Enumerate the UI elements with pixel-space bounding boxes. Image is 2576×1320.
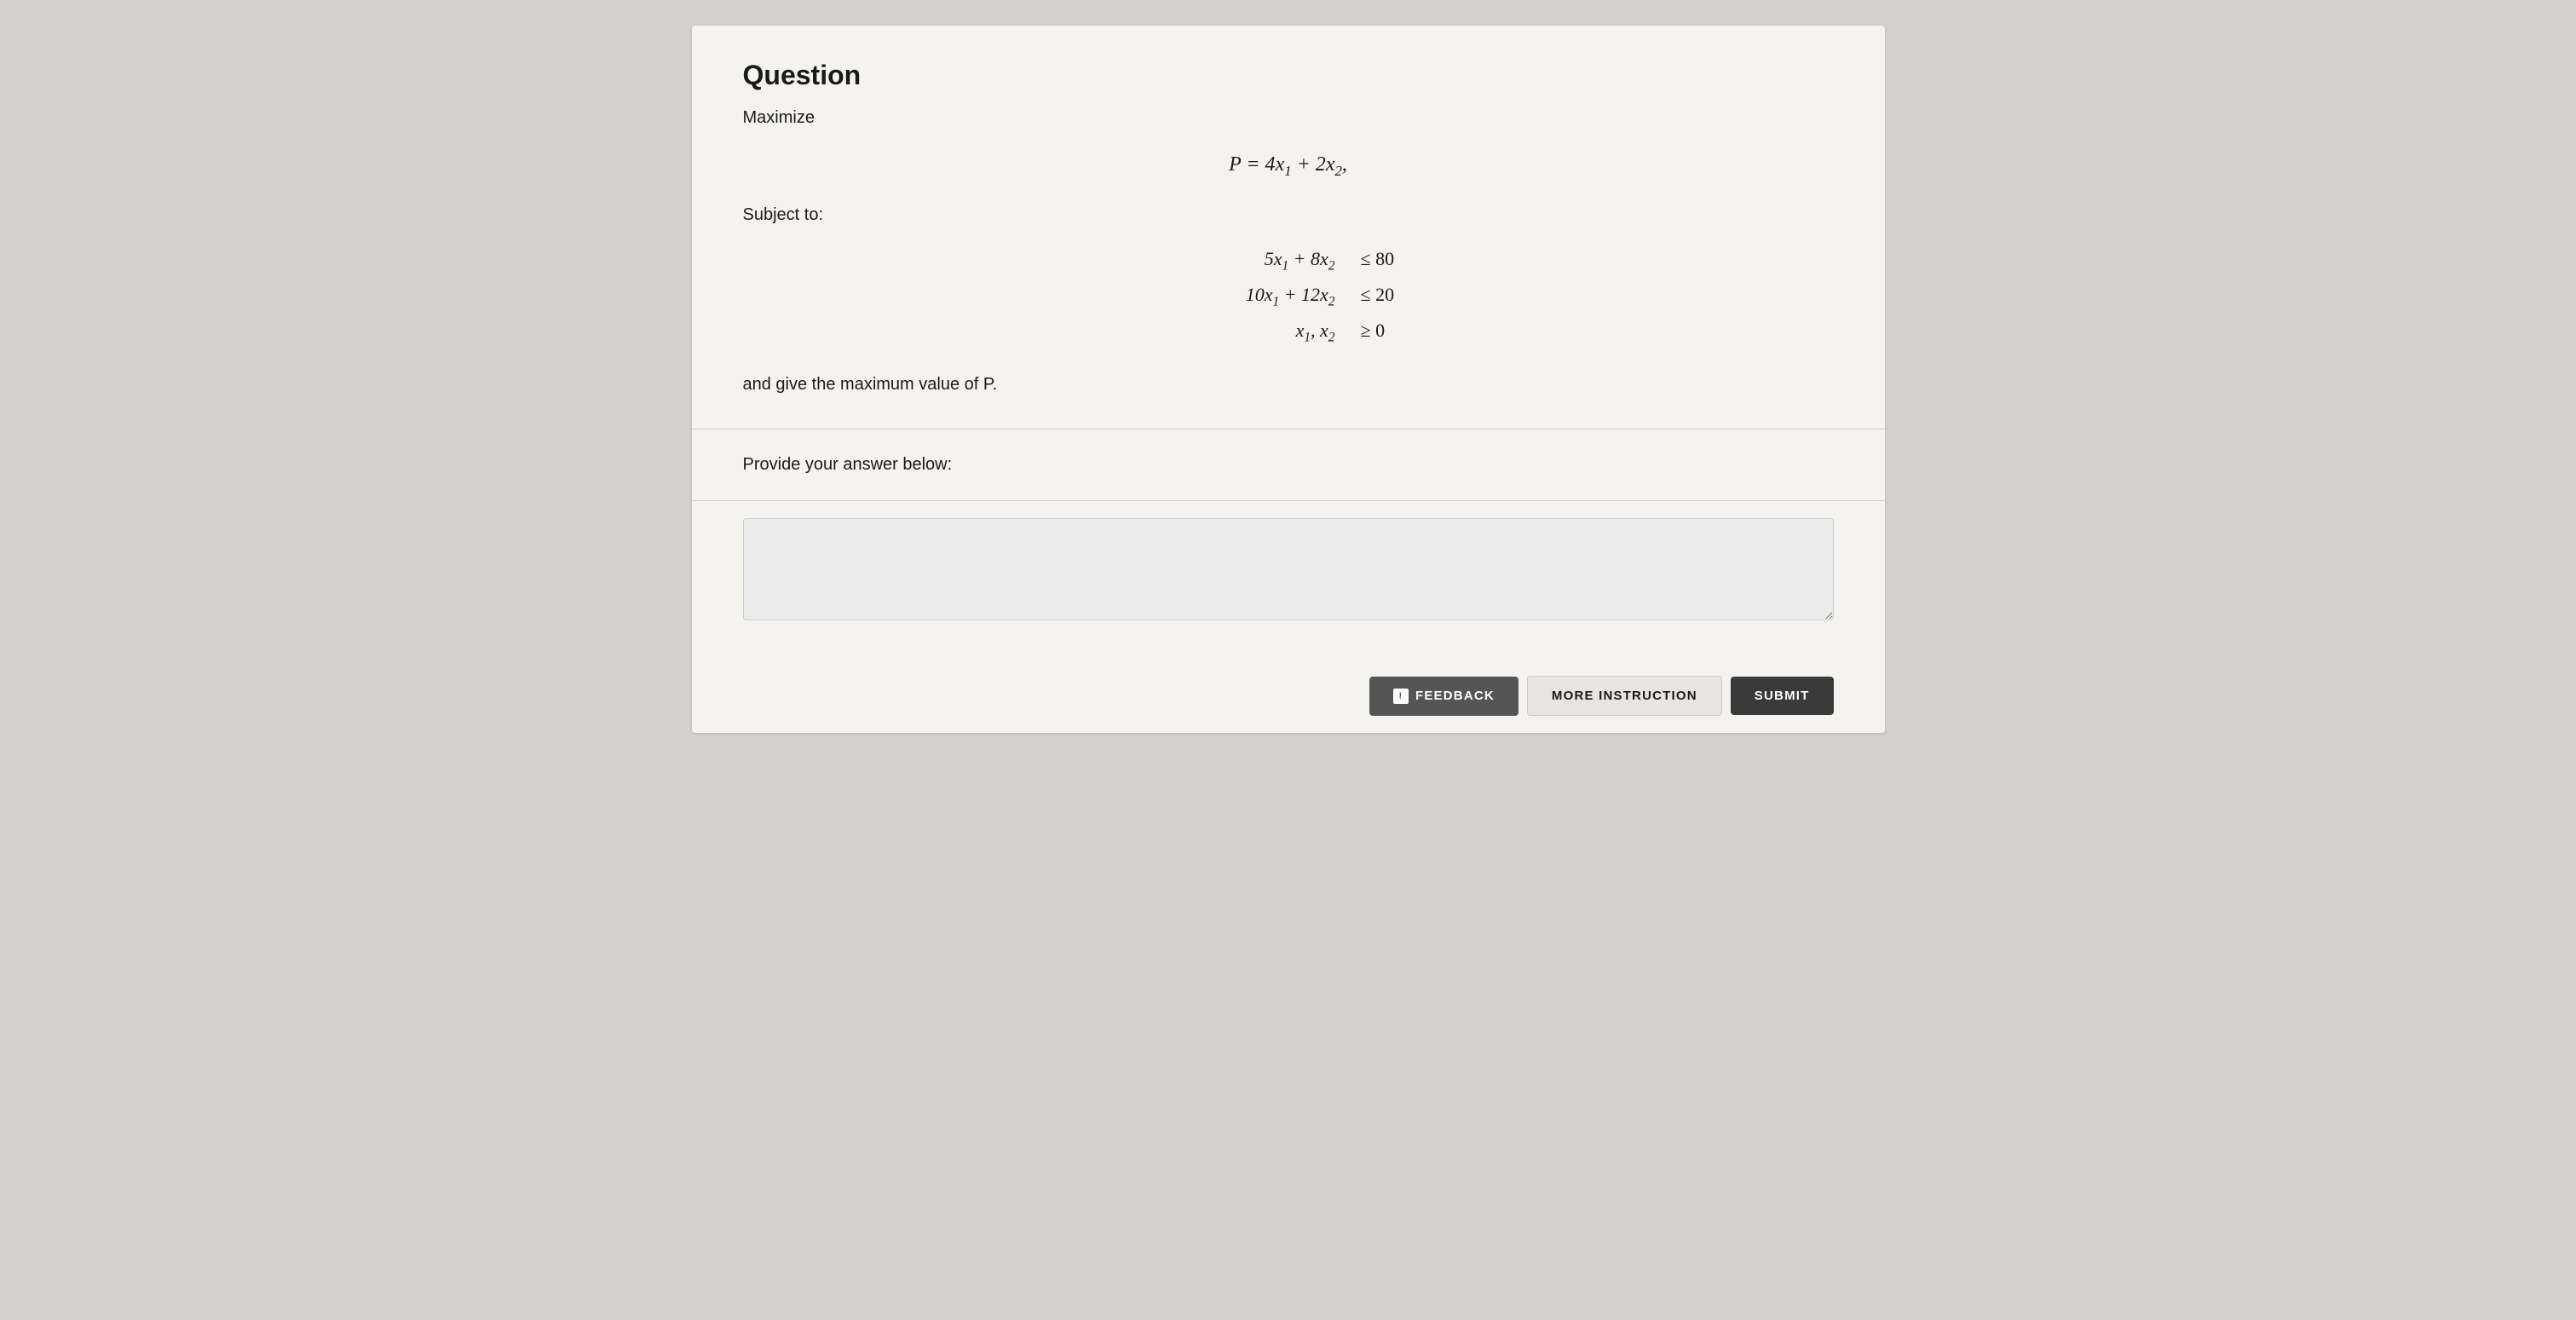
constraints-block: 5x1 + 8x2 ≤ 80 10x1 + 12x2 ≤ 20 x1, x2 ≥…: [743, 242, 1834, 349]
footer-buttons: ! FEEDBACK MORE INSTRUCTION SUBMIT: [692, 659, 1885, 733]
maximize-label: Maximize: [743, 108, 1834, 128]
feedback-icon: !: [1393, 689, 1409, 704]
more-instruction-button[interactable]: MORE INSTRUCTION: [1527, 676, 1722, 716]
and-give-text: and give the maximum value of P.: [743, 375, 1834, 395]
answer-section: Provide your answer below:: [692, 429, 1885, 501]
provide-answer-label: Provide your answer below:: [743, 455, 1834, 475]
question-card: Question Maximize P = 4x1 + 2x2, Subject…: [692, 26, 1885, 733]
subject-to-label: Subject to:: [743, 205, 1834, 225]
constraint-row-3: x1, x2 ≥ 0: [1165, 314, 1412, 349]
constraint-row-2: 10x1 + 12x2 ≤ 20: [1165, 278, 1412, 314]
answer-input[interactable]: [743, 518, 1834, 620]
question-section: Question Maximize P = 4x1 + 2x2, Subject…: [692, 26, 1885, 429]
answer-input-section: [692, 501, 1885, 659]
constraint-row-1: 5x1 + 8x2 ≤ 80: [1165, 242, 1412, 278]
feedback-label: FEEDBACK: [1415, 689, 1495, 703]
feedback-button[interactable]: ! FEEDBACK: [1369, 677, 1519, 716]
question-title: Question: [743, 60, 1834, 91]
objective-function: P = 4x1 + 2x2,: [743, 153, 1834, 180]
submit-button[interactable]: SUBMIT: [1731, 677, 1834, 715]
page-container: Question Maximize P = 4x1 + 2x2, Subject…: [692, 26, 1885, 733]
